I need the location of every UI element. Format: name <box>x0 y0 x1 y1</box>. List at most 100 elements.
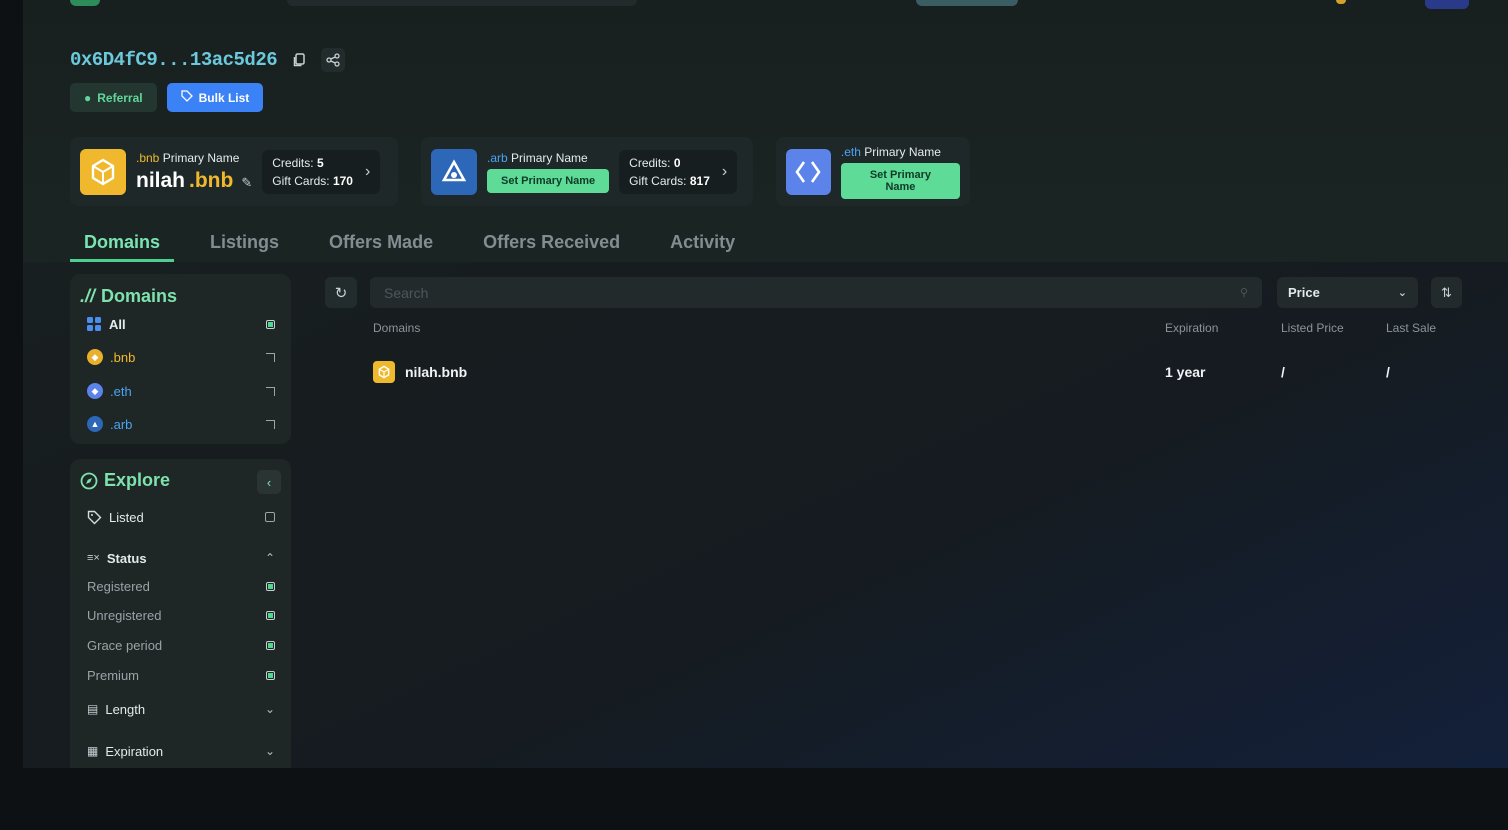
checkbox-checked[interactable] <box>266 581 275 591</box>
gift-cards-label: Gift Cards: <box>629 173 687 188</box>
app-window: 0x6D4fC9...13ac5d26 ● Referral Bulk List… <box>23 0 1508 768</box>
ruler-icon: ▤ <box>87 702 99 716</box>
sort-order-button[interactable]: ⇅ <box>1431 277 1462 308</box>
checkbox-unchecked[interactable] <box>265 512 275 522</box>
share-icon[interactable] <box>321 48 346 72</box>
domain-name: nilah.bnb <box>405 364 468 380</box>
action-pills: ● Referral Bulk List <box>70 83 264 112</box>
filter-eth[interactable]: ◆ .eth <box>87 380 275 402</box>
slash-icon: .// <box>80 286 96 306</box>
arb-coin-icon: ▲ <box>87 416 103 432</box>
tab-activity[interactable]: Activity <box>656 224 749 262</box>
profile-tabs: Domains Listings Offers Made Offers Rece… <box>70 224 749 262</box>
filter-listed[interactable]: Listed <box>87 506 275 528</box>
checkbox-checked[interactable] <box>266 610 275 620</box>
tag-icon <box>87 510 102 524</box>
checkbox-checked[interactable] <box>266 319 275 329</box>
set-primary-name-button[interactable]: Set Primary Name <box>487 168 610 193</box>
checkbox-unchecked[interactable] <box>266 419 275 429</box>
wallet-address: 0x6D4fC9...13ac5d26 <box>70 49 278 71</box>
checkbox-unchecked[interactable] <box>266 352 275 362</box>
status-registered[interactable]: Registered <box>87 575 275 597</box>
arb-credits-panel[interactable]: Credits: 0 Gift Cards: 817 › <box>619 149 738 194</box>
referral-button[interactable]: ● Referral <box>70 83 157 112</box>
global-search-bar[interactable] <box>287 0 637 6</box>
checkbox-checked[interactable] <box>266 670 275 680</box>
profile-header <box>23 0 1508 262</box>
search-input[interactable] <box>384 284 1240 301</box>
refresh-button[interactable]: ↻ <box>325 277 357 308</box>
table-row-domain[interactable]: nilah.bnb <box>373 361 467 383</box>
filter-arb[interactable]: ▲ .arb <box>87 413 275 435</box>
filter-all[interactable]: All <box>87 313 275 335</box>
bnb-logo-icon <box>80 148 126 195</box>
checkbox-unchecked[interactable] <box>266 386 275 396</box>
tag-icon <box>180 90 193 105</box>
arb-tld-label: .arb <box>487 150 508 165</box>
tab-listings[interactable]: Listings <box>196 224 293 262</box>
gift-cards-value: 170 <box>332 173 353 188</box>
eth-logo-icon <box>786 148 831 195</box>
status-premium-label: Premium <box>87 667 140 683</box>
arb-primary-name-card: .arb Primary Name Set Primary Name Credi… <box>421 137 753 206</box>
tab-offers-made[interactable]: Offers Made <box>315 224 447 262</box>
domains-title-label: Domains <box>101 286 178 306</box>
expiration-group-header[interactable]: ▦ Expiration ⌄ <box>87 740 275 762</box>
chevron-down-icon[interactable]: ⌄ <box>265 702 275 716</box>
status-icon: ≡× <box>87 552 100 564</box>
set-primary-name-button[interactable]: Set Primary Name <box>840 162 960 199</box>
sort-select[interactable]: Price ⌄ <box>1277 277 1418 308</box>
checkbox-checked[interactable] <box>266 640 275 650</box>
site-logo[interactable] <box>70 0 100 6</box>
status-label: Status <box>106 550 147 566</box>
status-premium[interactable]: Premium <box>87 664 275 686</box>
collapse-sidebar-button[interactable]: ‹ <box>257 470 281 494</box>
edit-icon[interactable]: ✎ <box>241 175 252 191</box>
status-group-header[interactable]: ≡× Status ⌃ <box>87 547 275 569</box>
chevron-down-icon: ⌄ <box>1397 287 1407 299</box>
chevron-up-icon[interactable]: ⌃ <box>265 551 275 565</box>
filter-bnb-label: .bnb <box>110 349 136 365</box>
column-header-expiration[interactable]: Expiration <box>1165 321 1218 335</box>
status-unregistered[interactable]: Unregistered <box>87 604 275 626</box>
column-header-domains[interactable]: Domains <box>373 321 420 335</box>
search-icon: ⚲ <box>1239 287 1248 299</box>
chevron-down-icon[interactable]: ⌄ <box>265 744 275 758</box>
status-grace-period-label: Grace period <box>87 637 163 653</box>
gift-cards-label: Gift Cards: <box>272 173 330 188</box>
ribbon-icon: ● <box>84 90 92 105</box>
eth-coin-icon: ◆ <box>87 383 103 399</box>
gift-cards-value: 817 <box>689 173 710 188</box>
filter-bnb[interactable]: ◆ .bnb <box>87 346 275 368</box>
column-header-listed-price[interactable]: Listed Price <box>1281 321 1344 335</box>
chevron-right-icon: › <box>721 162 728 180</box>
bulk-list-button[interactable]: Bulk List <box>166 83 264 112</box>
explore-title-label: Explore <box>104 470 171 490</box>
bnb-logo-icon <box>373 361 395 383</box>
primary-name-tld: .bnb <box>189 168 234 192</box>
sort-select-value: Price <box>1288 285 1320 300</box>
primary-name-title: Primary Name <box>511 150 588 165</box>
filter-listed-label: Listed <box>109 509 144 525</box>
filter-eth-label: .eth <box>110 383 132 399</box>
chevron-right-icon: › <box>364 162 371 180</box>
primary-name-title: Primary Name <box>162 150 240 165</box>
copy-icon[interactable] <box>287 48 311 72</box>
refresh-icon: ↻ <box>334 284 348 302</box>
domains-filter-title: .// Domains <box>80 286 177 307</box>
tab-domains[interactable]: Domains <box>70 224 175 262</box>
tab-offers-received[interactable]: Offers Received <box>469 224 634 262</box>
bnb-credits-panel[interactable]: Credits: 5 Gift Cards: 170 › <box>262 149 381 194</box>
credits-value: 0 <box>673 155 681 170</box>
status-unregistered-label: Unregistered <box>87 607 162 623</box>
domain-search: ⚲ <box>370 277 1262 308</box>
grid-icon <box>87 316 101 331</box>
user-avatar[interactable] <box>1425 0 1469 9</box>
status-grace-period[interactable]: Grace period <box>87 634 275 656</box>
top-nav-button[interactable] <box>916 0 1018 6</box>
expiration-value: 1 year <box>1165 364 1206 380</box>
status-registered-label: Registered <box>87 578 150 594</box>
bnb-primary-name-card: .bnb Primary Name nilah .bnb ✎ Credits: 5… <box>70 137 398 206</box>
length-group-header[interactable]: ▤ Length ⌄ <box>87 698 275 720</box>
column-header-last-sale[interactable]: Last Sale <box>1386 321 1436 335</box>
